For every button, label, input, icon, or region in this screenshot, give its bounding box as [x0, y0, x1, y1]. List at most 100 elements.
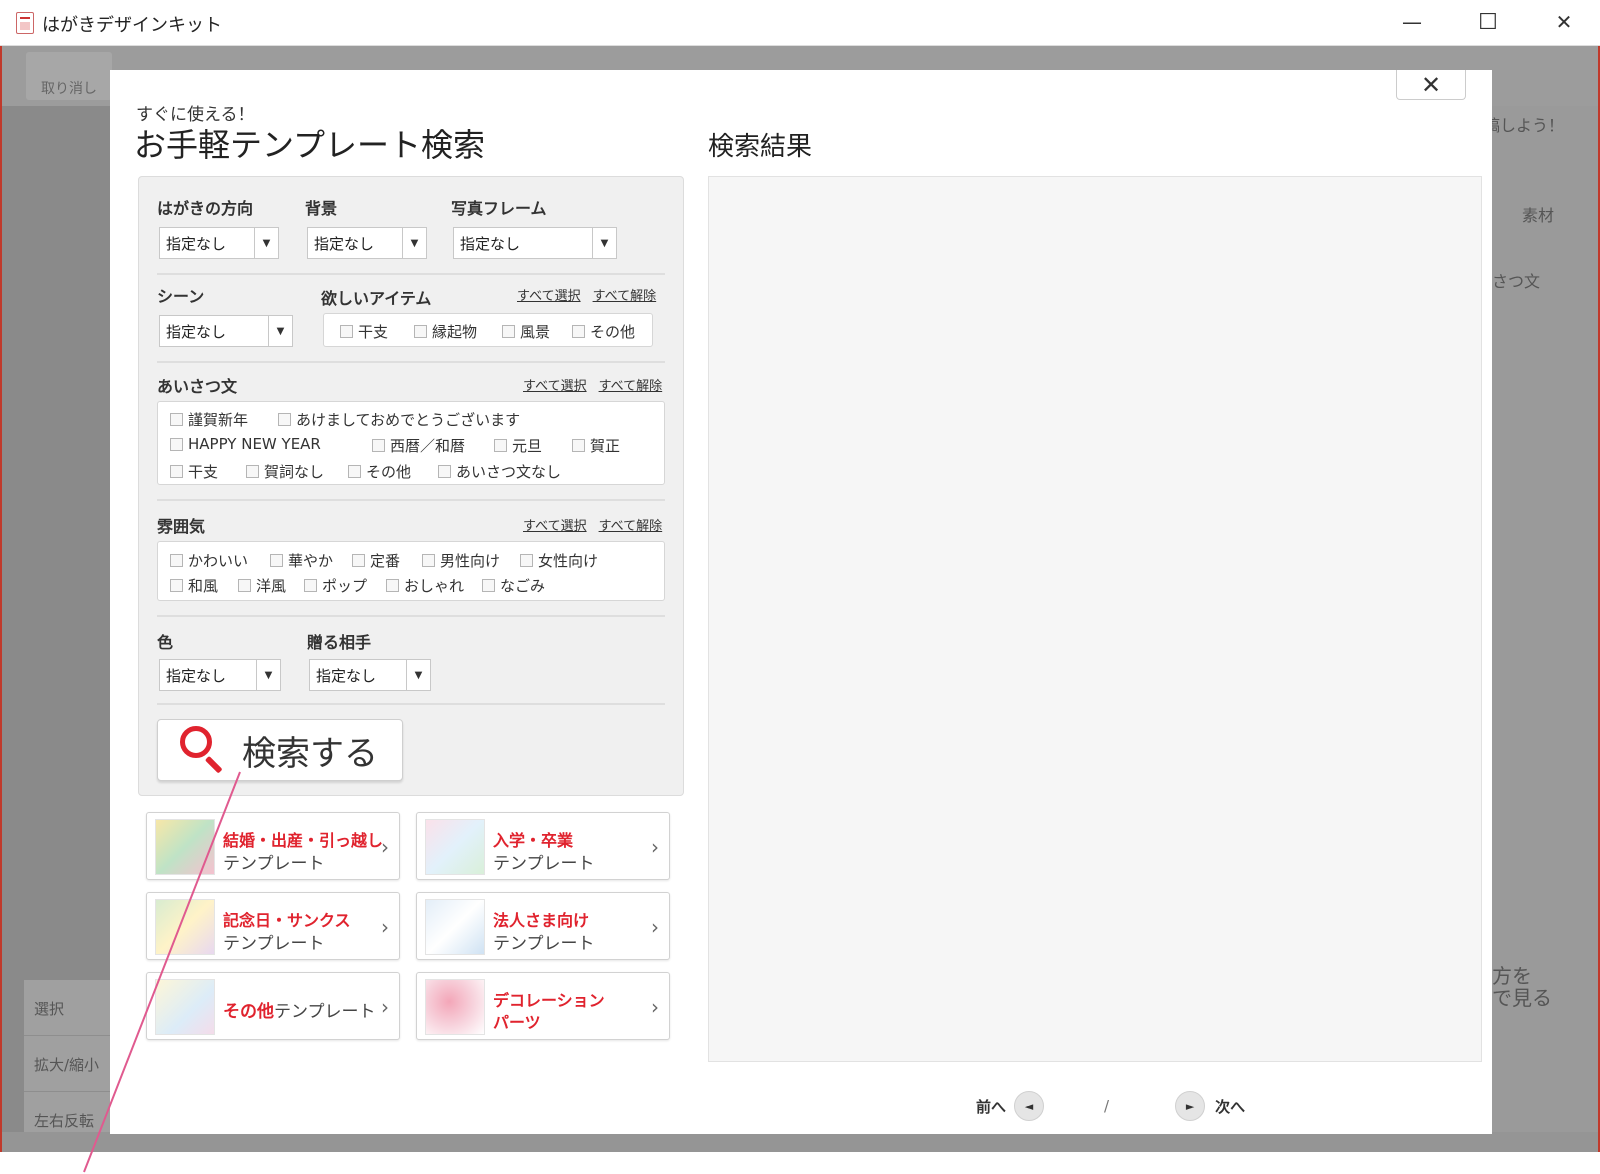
mood-links: すべて選択 すべて解除: [511, 515, 662, 534]
template-card-school[interactable]: 入学・卒業 テンプレート ›: [416, 812, 670, 880]
page-indicator: /: [1104, 1097, 1110, 1115]
checkbox-greeting[interactable]: 干支: [170, 461, 218, 482]
items-clear-all-link[interactable]: すべて解除: [593, 289, 657, 304]
recipient-select[interactable]: 指定なし ▼: [309, 659, 431, 691]
greeting-clear-all-link[interactable]: すべて解除: [599, 379, 663, 394]
color-select[interactable]: 指定なし ▼: [159, 659, 281, 691]
checkbox-greeting[interactable]: あいさつ文なし: [438, 461, 561, 482]
template-title: その他: [223, 1002, 274, 1022]
checkbox-greeting[interactable]: 賀正: [572, 435, 620, 456]
greeting-select-all-link[interactable]: すべて選択: [523, 379, 587, 394]
background-tool-panel: 選択 拡大/縮小 左右反転: [24, 980, 112, 1150]
minimize-button[interactable]: —: [1382, 4, 1442, 40]
background-select[interactable]: 指定なし ▼: [307, 227, 427, 259]
checkbox-mood[interactable]: 男性向け: [422, 550, 500, 571]
items-label: 欲しいアイテム: [321, 289, 432, 308]
dialog-close-button[interactable]: ✕: [1396, 70, 1466, 100]
template-subtitle: パーツ: [493, 1013, 541, 1032]
photo-frame-value: 指定なし: [460, 234, 521, 253]
template-card-wedding[interactable]: 結婚・出産・引っ越し テンプレート ›: [146, 812, 400, 880]
background-right-panel: 稿しよう！ 素材 さつ文 方を で見る: [1484, 106, 1598, 1146]
divider: [157, 703, 665, 705]
filter-panel: はがきの方向 指定なし ▼ 背景 指定なし ▼ 写真フレーム 指定なし ▼ シー…: [138, 176, 684, 796]
chevron-right-icon: ›: [651, 835, 659, 859]
next-label[interactable]: 次へ: [1215, 1096, 1245, 1117]
results-area[interactable]: [708, 176, 1482, 1062]
chevron-down-icon: ▼: [402, 228, 426, 258]
checkbox-mood[interactable]: 洋風: [238, 575, 286, 596]
template-card-other[interactable]: その他テンプレート ›: [146, 972, 400, 1040]
mood-select-all-link[interactable]: すべて選択: [523, 519, 587, 534]
template-title: 法人さま向け: [493, 911, 590, 930]
mood-label: 雰囲気: [157, 517, 206, 536]
checkbox-item[interactable]: その他: [572, 321, 635, 342]
checkbox-mood[interactable]: おしゃれ: [386, 575, 464, 596]
items-select-all-link[interactable]: すべて選択: [517, 289, 581, 304]
maximize-button[interactable]: ☐: [1458, 4, 1518, 40]
tool-select[interactable]: 選択: [24, 980, 112, 1036]
checkbox-greeting[interactable]: 元旦: [494, 435, 542, 456]
chevron-right-icon: ›: [651, 915, 659, 939]
template-subtitle: テンプレート: [223, 934, 325, 954]
tool-zoom[interactable]: 拡大/縮小: [24, 1036, 112, 1092]
checkbox-item[interactable]: 干支: [340, 321, 388, 342]
title-bar: はがきデザインキット — ☐ ✕: [0, 0, 1600, 46]
recipient-label: 贈る相手: [307, 633, 372, 652]
bg-greeting-item[interactable]: さつ文: [1492, 268, 1540, 292]
divider: [157, 361, 665, 363]
checkbox-mood[interactable]: 華やか: [270, 550, 333, 571]
template-thumbnail: [155, 899, 215, 955]
template-thumbnail: [425, 899, 485, 955]
checkbox-greeting[interactable]: 西暦／和暦: [372, 435, 465, 456]
background-value: 指定なし: [314, 234, 375, 253]
divider: [157, 615, 665, 617]
template-card-business[interactable]: 法人さま向け テンプレート ›: [416, 892, 670, 960]
template-card-decoration[interactable]: デコレーション パーツ ›: [416, 972, 670, 1040]
items-links: すべて選択 すべて解除: [505, 285, 656, 304]
divider: [157, 499, 665, 501]
bg-text: で見る: [1492, 986, 1552, 1010]
checkbox-greeting[interactable]: 賀詞なし: [246, 461, 324, 482]
background-bottom-bar: [2, 1132, 1598, 1152]
bg-text: 稿しよう！: [1484, 116, 1565, 135]
checkbox-mood[interactable]: 定番: [352, 550, 400, 571]
chevron-down-icon: ▼: [592, 228, 616, 258]
checkbox-greeting[interactable]: HAPPY NEW YEAR: [170, 435, 321, 453]
chevron-down-icon: ▼: [268, 316, 292, 346]
prev-label[interactable]: 前へ: [976, 1096, 1006, 1117]
chevron-right-icon: ›: [381, 915, 389, 939]
checkbox-mood[interactable]: なごみ: [482, 575, 545, 596]
mood-clear-all-link[interactable]: すべて解除: [599, 519, 663, 534]
window-close-button[interactable]: ✕: [1534, 4, 1594, 40]
checkbox-mood[interactable]: ポップ: [304, 575, 367, 596]
template-thumbnail: [155, 979, 215, 1035]
greeting-links: すべて選択 すべて解除: [511, 375, 662, 394]
undo-button[interactable]: 取り消し: [26, 52, 112, 100]
orientation-select[interactable]: 指定なし ▼: [159, 227, 279, 259]
next-button[interactable]: ►: [1175, 1091, 1206, 1121]
template-title: 結婚・出産・引っ越し: [223, 831, 384, 850]
checkbox-mood[interactable]: 和風: [170, 575, 218, 596]
photo-frame-select[interactable]: 指定なし ▼: [453, 227, 617, 259]
app-icon: [16, 12, 34, 34]
greeting-label: あいさつ文: [157, 377, 238, 396]
chevron-down-icon: ▼: [256, 660, 280, 690]
checkbox-mood[interactable]: 女性向け: [520, 550, 598, 571]
template-thumbnail: [425, 819, 485, 875]
prev-button[interactable]: ◄: [1014, 1091, 1045, 1121]
checkbox-mood[interactable]: かわいい: [170, 550, 248, 571]
checkbox-item[interactable]: 縁起物: [414, 321, 477, 342]
template-search-dialog: ✕ すぐに使える！ お手軽テンプレート検索 検索結果 はがきの方向 指定なし ▼…: [110, 70, 1492, 1134]
divider: [157, 273, 665, 275]
checkbox-greeting[interactable]: 謹賀新年: [170, 409, 248, 430]
window-title: はがきデザインキット: [42, 15, 222, 36]
checkbox-item[interactable]: 風景: [502, 321, 550, 342]
bg-materials-tab[interactable]: 素材: [1522, 202, 1554, 226]
color-label: 色: [157, 633, 174, 652]
template-card-anniversary[interactable]: 記念日・サンクス テンプレート ›: [146, 892, 400, 960]
chevron-down-icon: ▼: [406, 660, 430, 690]
checkbox-greeting[interactable]: あけましておめでとうございます: [278, 409, 520, 430]
checkbox-greeting[interactable]: その他: [348, 461, 411, 482]
scene-select[interactable]: 指定なし ▼: [159, 315, 293, 347]
search-button[interactable]: 検索する: [157, 719, 403, 781]
